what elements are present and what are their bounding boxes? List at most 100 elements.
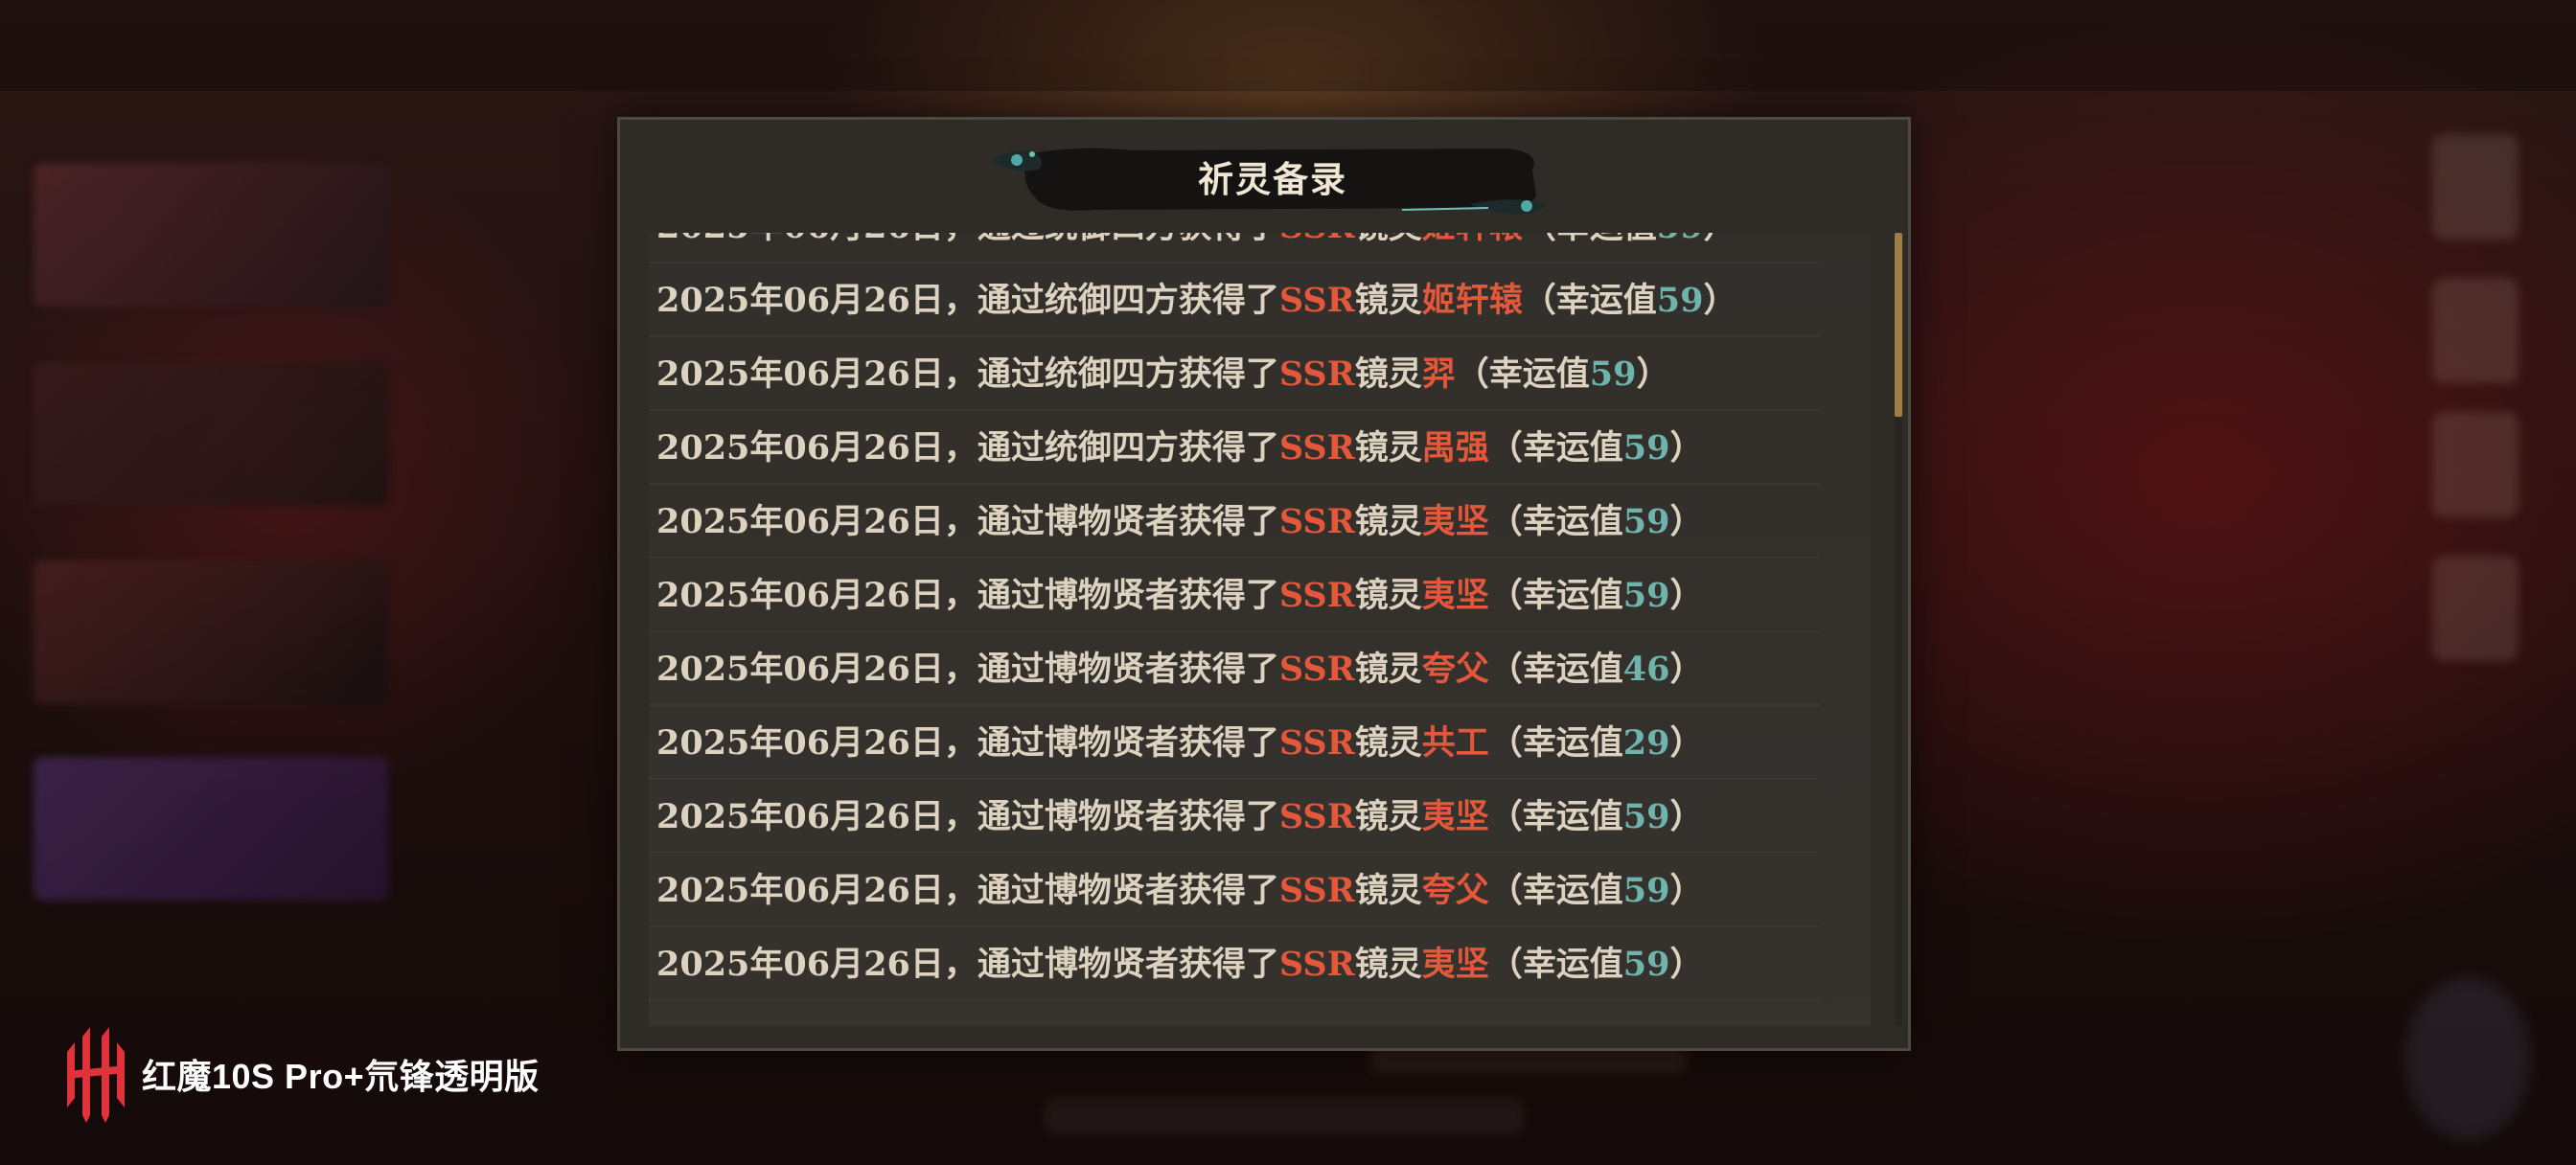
record-row: 2025年06月26日，通过统御四方获得了SSR镜灵姬轩辕（幸运值59）	[649, 233, 1820, 263]
record-kind: 镜灵	[1354, 723, 1422, 763]
record-row: 2025年06月26日，通过统御四方获得了SSR镜灵姬轩辕（幸运值59）	[649, 263, 1820, 337]
blurred-emblem	[2405, 977, 2530, 1140]
record-close-paren: ）	[1636, 354, 1670, 394]
record-luck-label: （幸运值	[1488, 428, 1623, 468]
blurred-side-button	[2432, 412, 2518, 517]
record-rarity: SSR	[1278, 797, 1355, 836]
record-luck-value: 59	[1622, 871, 1670, 910]
record-kind: 镜灵	[1355, 233, 1422, 246]
record-row: 2025年06月26日，通过统御四方获得了SSR镜灵禺强（幸运值59）	[649, 411, 1820, 485]
record-spirit-name: 姬轩辕	[1422, 233, 1523, 246]
record-rarity: SSR	[1278, 723, 1355, 763]
record-date: 2025年06月26日，	[656, 650, 978, 689]
record-luck-value: 59	[1622, 428, 1670, 468]
record-source: 通过博物贤者获得了	[977, 797, 1279, 836]
dialog-title: 祈灵备录	[1198, 158, 1347, 200]
record-date: 2025年06月26日，	[656, 871, 978, 910]
record-luck-label: （幸运值	[1488, 502, 1623, 541]
record-close-paren: ）	[1669, 871, 1704, 910]
record-luck-label: （幸运值	[1522, 281, 1657, 320]
record-luck-label: （幸运值	[1523, 233, 1657, 246]
record-luck-value: 59	[1622, 945, 1670, 984]
record-luck-value: 59	[1622, 576, 1670, 615]
record-spirit-name: 夸父	[1421, 871, 1489, 910]
record-source: 通过博物贤者获得了	[977, 576, 1279, 615]
device-watermark: 红魔10S Pro+氘锋透明版	[59, 1023, 540, 1125]
record-luck-label: （幸运值	[1488, 797, 1623, 836]
record-close-paren: ）	[1669, 576, 1704, 615]
blurred-event-card	[34, 163, 388, 307]
record-close-paren: ）	[1703, 233, 1736, 246]
record-date: 2025年06月26日，	[656, 233, 978, 246]
record-row: 2025年06月26日，通过博物贤者获得了SSR镜灵夸父（幸运值59）	[649, 854, 1820, 927]
record-kind: 镜灵	[1354, 502, 1422, 541]
scrollbar-thumb[interactable]	[1895, 233, 1902, 417]
summon-record-dialog: 祈灵备录 2025年06月26日，通过统御四方获得了SSR镜灵姬轩辕（幸运值59…	[617, 117, 1911, 1051]
top-bar-blurred	[0, 0, 2576, 91]
watermark-text: 红魔10S Pro+氘锋透明版	[142, 1057, 540, 1096]
record-spirit-name: 姬轩辕	[1421, 281, 1523, 320]
record-row: 2025年06月26日，通过博物贤者获得了SSR镜灵夷坚（幸运值59）	[649, 485, 1820, 559]
record-row: 2025年06月26日，通过博物贤者获得了SSR镜灵夷坚（幸运值59）	[649, 559, 1820, 632]
record-luck-value: 46	[1622, 650, 1670, 689]
blurred-side-button	[2432, 134, 2518, 240]
record-source: 通过统御四方获得了	[977, 281, 1279, 320]
record-spirit-name: 夷坚	[1421, 945, 1489, 984]
record-source: 通过博物贤者获得了	[977, 502, 1279, 541]
record-spirit-name: 夷坚	[1421, 502, 1489, 541]
record-rarity: SSR	[1278, 650, 1355, 689]
record-row: 2025年06月26日，通过博物贤者获得了SSR镜灵夷坚（幸运值59）	[649, 927, 1820, 1001]
blurred-side-button	[2432, 278, 2518, 383]
blurred-event-card	[34, 362, 388, 506]
record-luck-label: （幸运值	[1488, 723, 1623, 763]
record-row: 2025年06月26日，通过博物贤者获得了SSR镜灵夷坚（幸运值59）	[649, 780, 1820, 854]
record-rows: 2025年06月26日，通过统御四方获得了SSR镜灵姬轩辕（幸运值59） 2025…	[649, 233, 1847, 1001]
record-source: 通过统御四方获得了	[978, 233, 1279, 246]
record-close-paren: ）	[1703, 281, 1737, 320]
record-kind: 镜灵	[1354, 797, 1422, 836]
record-rarity: SSR	[1278, 354, 1355, 394]
record-spirit-name: 禺强	[1421, 428, 1489, 468]
record-date: 2025年06月26日，	[656, 723, 978, 763]
record-date: 2025年06月26日，	[656, 945, 978, 984]
record-close-paren: ）	[1669, 945, 1704, 984]
record-kind: 镜灵	[1354, 354, 1422, 394]
record-kind: 镜灵	[1354, 650, 1422, 689]
record-luck-value: 29	[1622, 723, 1670, 763]
record-source: 通过博物贤者获得了	[977, 723, 1279, 763]
record-kind: 镜灵	[1354, 576, 1422, 615]
record-date: 2025年06月26日，	[656, 797, 978, 836]
record-spirit-name: 羿	[1421, 354, 1456, 394]
record-close-paren: ）	[1669, 428, 1704, 468]
record-luck-label: （幸运值	[1488, 871, 1623, 910]
record-luck-value: 59	[1656, 281, 1704, 320]
record-source: 通过博物贤者获得了	[977, 650, 1279, 689]
record-row: 2025年06月26日，通过博物贤者获得了SSR镜灵夸父（幸运值46）	[649, 632, 1820, 706]
record-list[interactable]: 2025年06月26日，通过统御四方获得了SSR镜灵姬轩辕（幸运值59） 2025…	[649, 233, 1871, 1026]
record-source: 通过统御四方获得了	[977, 354, 1279, 394]
record-rarity: SSR	[1278, 281, 1355, 320]
record-luck-value: 59	[1622, 797, 1670, 836]
record-spirit-name: 共工	[1421, 723, 1489, 763]
record-source: 通过博物贤者获得了	[977, 871, 1279, 910]
record-luck-value: 59	[1589, 354, 1637, 394]
record-close-paren: ）	[1669, 797, 1704, 836]
record-date: 2025年06月26日，	[656, 576, 978, 615]
record-spirit-name: 夷坚	[1421, 797, 1489, 836]
record-rarity: SSR	[1278, 428, 1355, 468]
record-kind: 镜灵	[1354, 428, 1422, 468]
record-rarity: SSR	[1278, 502, 1355, 541]
record-close-paren: ）	[1669, 723, 1704, 763]
record-luck-label: （幸运值	[1488, 650, 1623, 689]
blurred-event-card	[34, 757, 388, 901]
record-date: 2025年06月26日，	[656, 354, 978, 394]
dialog-title-banner: 祈灵备录	[990, 141, 1555, 217]
record-spirit-name: 夸父	[1421, 650, 1489, 689]
record-luck-value: 59	[1622, 502, 1670, 541]
record-date: 2025年06月26日，	[656, 428, 978, 468]
record-close-paren: ）	[1669, 650, 1704, 689]
record-luck-value: 59	[1657, 233, 1704, 246]
record-luck-label: （幸运值	[1488, 576, 1623, 615]
blurred-event-card	[34, 560, 388, 704]
record-spirit-name: 夷坚	[1421, 576, 1489, 615]
